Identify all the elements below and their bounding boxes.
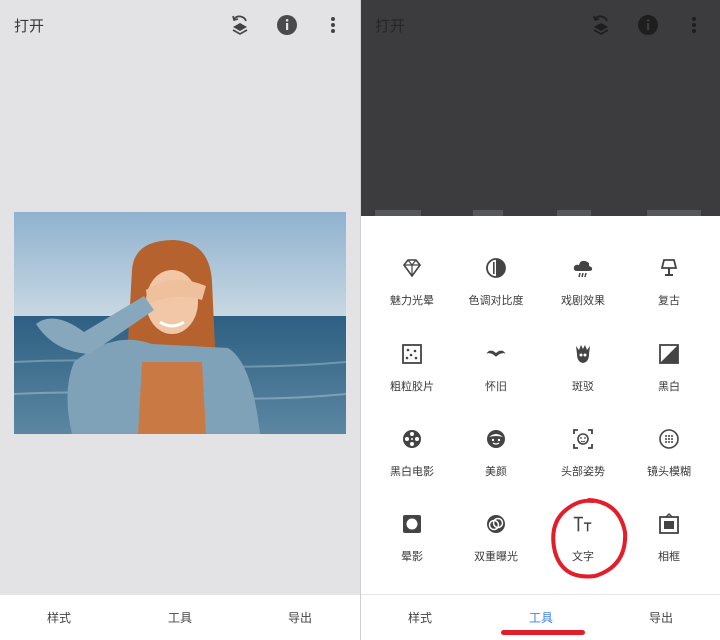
scrolled-previous-row	[361, 210, 720, 216]
tool-nostalgia[interactable]: 怀旧	[451, 342, 541, 412]
top-bar: 打开	[361, 0, 720, 52]
tab-styles[interactable]: 样式	[375, 609, 465, 626]
tool-noir[interactable]: 黑白电影	[367, 427, 457, 497]
tool-head-pose[interactable]: 头部姿势	[538, 427, 628, 497]
bottom-navigation: 样式 工具 导出	[0, 594, 360, 640]
annotation-circle	[551, 498, 628, 579]
tool-grainy-film[interactable]: 粗粒胶片	[367, 342, 457, 412]
history-layers-icon[interactable]	[227, 12, 253, 38]
tool-vignette[interactable]: 晕影	[367, 512, 457, 582]
tool-vintage[interactable]: 复古	[624, 256, 714, 326]
tool-grunge[interactable]: 斑驳	[538, 342, 628, 412]
vintage-lamp-icon	[657, 256, 681, 280]
grainy-film-icon	[400, 342, 424, 366]
drama-icon	[571, 256, 595, 280]
grunge-icon	[571, 342, 595, 366]
head-pose-icon	[571, 427, 595, 451]
face-icon	[484, 427, 508, 451]
tab-export[interactable]: 导出	[255, 609, 345, 626]
tool-face-beauty[interactable]: 美颜	[451, 427, 541, 497]
double-exposure-icon	[484, 512, 508, 536]
edited-photo[interactable]	[14, 212, 346, 434]
tool-glamour-glow[interactable]: 魅力光晕	[367, 256, 457, 326]
more-vert-icon[interactable]	[681, 12, 707, 38]
black-white-icon	[657, 342, 681, 366]
annotation-underline	[501, 630, 585, 635]
history-layers-icon[interactable]	[588, 12, 614, 38]
glamour-glow-icon	[400, 256, 424, 280]
lens-blur-icon	[657, 427, 681, 451]
tonal-contrast-icon	[484, 256, 508, 280]
film-reel-icon	[400, 427, 424, 451]
info-icon[interactable]	[635, 12, 661, 38]
top-bar: 打开	[0, 0, 360, 52]
right-tools-screen: 打开 魅力光晕 色调对比度 戏剧效果 复古 粗粒胶片 怀旧 斑驳 黑白 黑白电影…	[361, 0, 720, 640]
tool-double-exposure[interactable]: 双重曝光	[451, 512, 541, 582]
tool-black-white[interactable]: 黑白	[624, 342, 714, 412]
tool-lens-blur[interactable]: 镜头模糊	[624, 427, 714, 497]
vignette-icon	[400, 512, 424, 536]
more-vert-icon[interactable]	[320, 12, 346, 38]
tab-tools[interactable]: 工具	[496, 609, 586, 626]
tab-export[interactable]: 导出	[616, 609, 706, 626]
open-button[interactable]: 打开	[375, 15, 405, 36]
frame-icon	[657, 512, 681, 536]
tool-tonal-contrast[interactable]: 色调对比度	[451, 256, 541, 326]
tool-drama[interactable]: 戏剧效果	[538, 256, 628, 326]
tab-tools[interactable]: 工具	[135, 609, 225, 626]
tab-styles[interactable]: 样式	[14, 609, 104, 626]
dimmed-canvas-overlay: 打开	[361, 0, 720, 216]
info-icon[interactable]	[274, 12, 300, 38]
mustache-icon	[484, 342, 508, 366]
tool-frames[interactable]: 相框	[624, 512, 714, 582]
open-button[interactable]: 打开	[14, 15, 44, 36]
left-editor-screen: 打开 样式 工具 导出	[0, 0, 360, 640]
